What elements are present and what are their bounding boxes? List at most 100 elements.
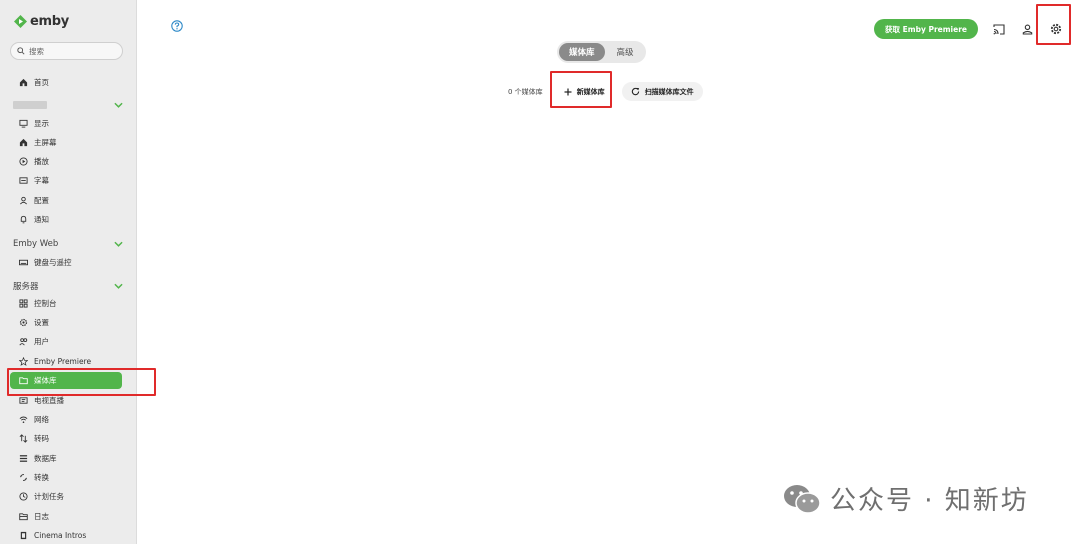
sidebar-item-library[interactable]: 媒体库	[10, 372, 122, 389]
get-premiere-button[interactable]: 获取 Emby Premiere	[874, 19, 978, 39]
cast-icon[interactable]	[992, 22, 1006, 36]
sidebar-item-cinema-intros[interactable]: Cinema Intros	[10, 527, 122, 544]
sidebar-item-keyboard[interactable]: 键盘与遥控	[10, 254, 122, 271]
transcode-icon	[19, 434, 28, 443]
plus-icon	[564, 88, 572, 96]
sidebar-item-home[interactable]: 首页	[10, 74, 122, 91]
scan-library-label: 扫描媒体库文件	[644, 87, 694, 96]
sync-icon	[19, 473, 28, 482]
clock-icon	[19, 492, 28, 501]
home-icon	[19, 138, 28, 147]
settings-button[interactable]	[1044, 12, 1068, 46]
sidebar-item-label: 首页	[34, 78, 49, 87]
emby-logo-icon	[14, 15, 27, 28]
folder-icon	[19, 376, 28, 385]
sidebar-item-label: 转换	[34, 473, 49, 482]
wechat-icon	[782, 483, 822, 515]
section-title: 服务器	[13, 282, 39, 292]
logo-text: emby	[30, 14, 69, 29]
sidebar-item-logs[interactable]: 日志	[10, 508, 122, 525]
sidebar-item-label: 设置	[34, 318, 49, 327]
sidebar-item-convert[interactable]: 转换	[10, 469, 122, 486]
sidebar-item-label: Cinema Intros	[34, 531, 87, 540]
emby-logo[interactable]: emby	[14, 14, 69, 29]
play-circle-icon	[19, 157, 28, 166]
gear-icon	[1049, 22, 1063, 36]
sidebar-item-subtitles[interactable]: 字幕	[10, 172, 122, 189]
sidebar-item-label: 媒体库	[34, 376, 57, 385]
subtitles-icon	[19, 176, 28, 185]
refresh-icon	[631, 87, 640, 96]
section-title: Emby Web	[13, 239, 59, 249]
sidebar: emby 首页 显示 主屏幕 播放	[0, 0, 137, 544]
sidebar-item-label: 键盘与遥控	[34, 258, 72, 267]
help-icon[interactable]	[171, 17, 183, 36]
sidebar-item-label: 控制台	[34, 299, 57, 308]
folder-open-icon	[19, 512, 28, 521]
watermark-text: 公众号 · 知新坊	[830, 486, 1029, 516]
sidebar-item-label: 通知	[34, 215, 49, 224]
wifi-icon	[19, 415, 28, 424]
sidebar-item-label: 显示	[34, 119, 49, 128]
new-library-button[interactable]: 新媒体库	[555, 82, 614, 101]
dashboard-icon	[19, 299, 28, 308]
user-icon[interactable]	[1020, 22, 1034, 36]
library-count: 0 个媒体库	[508, 87, 543, 96]
header-actions: 获取 Emby Premiere	[874, 12, 1068, 46]
sidebar-item-scheduled-tasks[interactable]: 计划任务	[10, 488, 122, 505]
app-window: emby 首页 显示 主屏幕 播放	[0, 0, 1080, 544]
chevron-down-icon	[114, 283, 123, 289]
sidebar-item-display[interactable]: 显示	[10, 115, 122, 132]
sidebar-item-network[interactable]: 网络	[10, 411, 122, 428]
sidebar-item-label: 字幕	[34, 176, 49, 185]
sidebar-item-label: Emby Premiere	[34, 357, 92, 366]
search-input[interactable]	[29, 46, 119, 56]
sidebar-item-label: 电视直播	[34, 396, 64, 405]
section-server-header[interactable]: 服务器	[13, 279, 123, 293]
sidebar-item-playback[interactable]: 播放	[10, 153, 122, 170]
sidebar-item-dashboard[interactable]: 控制台	[10, 295, 122, 312]
sidebar-item-label: 主屏幕	[34, 138, 57, 147]
watermark: 公众号 · 知新坊	[782, 480, 1029, 517]
chevron-down-icon	[114, 241, 123, 247]
monitor-icon	[19, 119, 28, 128]
sidebar-item-label: 数据库	[34, 454, 57, 463]
sidebar-item-label: 计划任务	[34, 492, 64, 501]
sidebar-item-settings[interactable]: 设置	[10, 314, 122, 331]
tab-libraries[interactable]: 媒体库	[559, 43, 605, 61]
sidebar-item-label: 用户	[34, 337, 49, 346]
keyboard-icon	[19, 258, 28, 267]
sidebar-item-livetv[interactable]: 电视直播	[10, 392, 122, 409]
sidebar-item-label: 网络	[34, 415, 49, 424]
film-icon	[19, 531, 28, 540]
sidebar-item-notifications[interactable]: 通知	[10, 211, 122, 228]
list-icon	[19, 454, 28, 463]
section-web-header[interactable]: Emby Web	[13, 237, 123, 251]
sidebar-item-database[interactable]: 数据库	[10, 450, 122, 467]
sidebar-item-label: 日志	[34, 512, 49, 521]
section-user-header[interactable]	[13, 98, 123, 112]
blurred-username	[13, 101, 47, 109]
users-icon	[19, 337, 28, 346]
tab-advanced[interactable]: 高级	[607, 43, 644, 61]
new-library-label: 新媒体库	[576, 87, 605, 96]
sidebar-item-premiere[interactable]: Emby Premiere	[10, 353, 122, 370]
sidebar-item-transcode[interactable]: 转码	[10, 430, 122, 447]
sidebar-item-homescreen[interactable]: 主屏幕	[10, 134, 122, 151]
star-icon	[19, 357, 28, 366]
library-toolbar: 0 个媒体库 新媒体库 扫描媒体库文件	[508, 82, 703, 101]
chevron-down-icon	[114, 102, 123, 108]
sidebar-item-users[interactable]: 用户	[10, 333, 122, 350]
main-content: 获取 Emby Premiere 媒体库 高级 0 个媒体库 新媒体库 扫描媒体…	[137, 0, 1080, 544]
search-box[interactable]	[10, 42, 123, 60]
tv-icon	[19, 396, 28, 405]
sidebar-item-profile[interactable]: 配置	[10, 192, 122, 209]
sidebar-item-label: 播放	[34, 157, 49, 166]
sidebar-item-label: 配置	[34, 196, 49, 205]
search-icon	[17, 47, 25, 55]
library-tabs: 媒体库 高级	[557, 41, 646, 63]
sidebar-item-label: 转码	[34, 434, 49, 443]
scan-library-button[interactable]: 扫描媒体库文件	[621, 82, 703, 101]
home-icon	[19, 78, 28, 87]
person-icon	[19, 196, 28, 205]
